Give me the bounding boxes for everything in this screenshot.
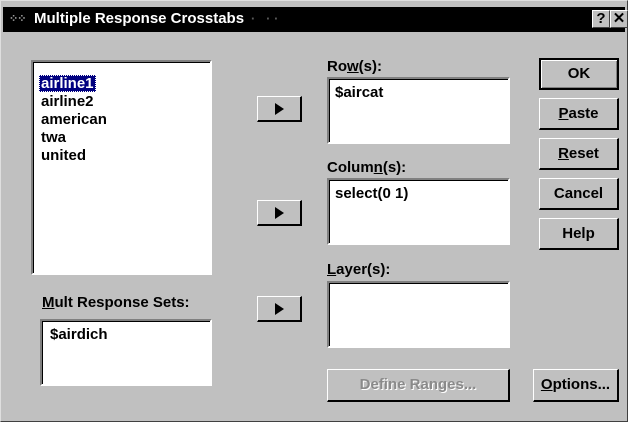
define-ranges-button[interactable]: Define Ranges... [327,369,510,402]
grip-dots-icon[interactable]: ⁘⁘ [9,12,26,26]
dialog-window: ⁘⁘ Multiple Response Crosstabs · · · ? ✕… [0,0,628,422]
list-item[interactable]: united [39,147,88,164]
ok-button[interactable]: OK [539,58,619,90]
move-to-layers-button[interactable] [257,296,302,322]
title-bar[interactable]: ⁘⁘ Multiple Response Crosstabs · · · ? ✕ [3,7,628,32]
columns-label: Column(s): [327,159,407,176]
list-item[interactable]: $aircat [333,84,385,101]
list-item[interactable]: twa [39,129,68,146]
help-button[interactable]: Help [539,218,619,250]
mult-response-sets-list[interactable]: $airdich [40,319,212,386]
list-item[interactable]: $airdich [48,326,110,343]
columns-list[interactable]: select(0 1) [327,178,510,245]
list-item[interactable]: airline1 [39,75,96,92]
rows-label: Row(s): [327,58,382,75]
source-variable-list[interactable]: airline1 airline2 american twa united [31,60,212,275]
title-decoration: · · · [251,11,279,26]
layers-label: Layer(s): [327,261,391,278]
list-item[interactable]: american [39,111,109,128]
options-button[interactable]: Options... [533,369,619,402]
move-to-columns-button[interactable] [257,200,302,226]
help-title-button[interactable]: ? [592,10,610,28]
rows-list[interactable]: $aircat [327,77,510,144]
list-item[interactable]: select(0 1) [333,185,410,202]
mult-response-label: Mult Response Sets: [42,294,190,311]
right-arrow-icon [275,207,284,219]
close-button[interactable]: ✕ [610,10,628,28]
move-to-rows-button[interactable] [257,96,302,122]
right-arrow-icon [275,303,284,315]
reset-button[interactable]: Reset [539,138,619,170]
window-title: Multiple Response Crosstabs [34,10,245,27]
cancel-button[interactable]: Cancel [539,178,619,210]
layers-list[interactable] [327,281,510,348]
paste-button[interactable]: Paste [539,98,619,130]
right-arrow-icon [275,103,284,115]
list-item[interactable]: airline2 [39,93,96,110]
